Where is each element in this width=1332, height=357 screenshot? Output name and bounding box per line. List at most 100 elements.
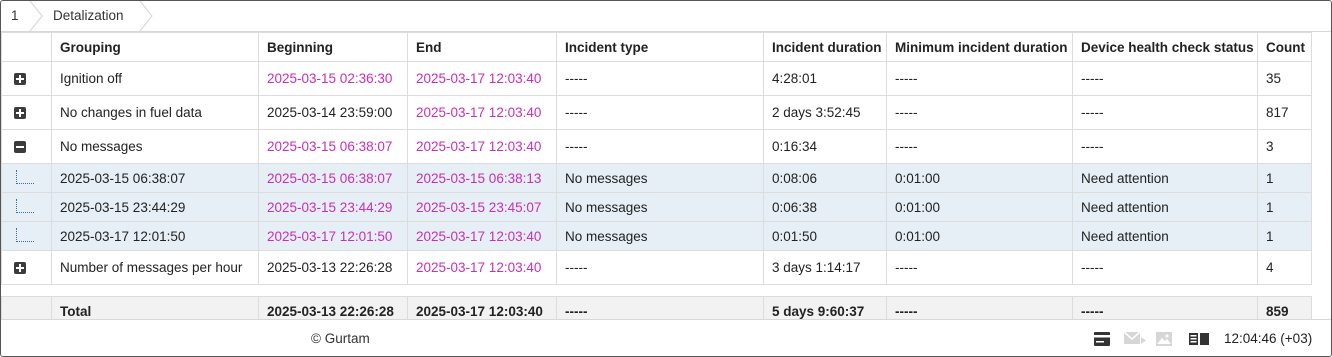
header-toggle-cell (1, 32, 52, 62)
cell-duration: 0:16:34 (763, 129, 887, 164)
chevron-right-icon (29, 1, 43, 31)
report-table: Grouping Beginning End Incident type Inc… (1, 32, 1312, 327)
tree-cell (1, 163, 52, 193)
cell-health: ----- (1072, 61, 1258, 96)
tree-branch-icon (14, 199, 36, 215)
cell-min-duration: ----- (886, 129, 1073, 164)
cell-end-link[interactable]: 2025-03-15 23:45:07 (407, 192, 557, 222)
cell-beginning-link[interactable]: 2025-03-17 12:01:50 (258, 221, 408, 251)
breadcrumb-index[interactable]: 1 (1, 1, 31, 31)
table-subrow: 2025-03-15 23:44:29 2025-03-15 23:44:29 … (1, 192, 1312, 222)
cell-count: 1 (1257, 192, 1312, 222)
table-subrow: 2025-03-17 12:01:50 2025-03-17 12:01:50 … (1, 221, 1312, 251)
expand-toggle[interactable] (1, 250, 52, 285)
row-spacer (1, 284, 1312, 297)
tree-branch-icon (14, 170, 36, 186)
cell-beginning-link[interactable]: 2025-03-15 23:44:29 (258, 192, 408, 222)
mail-icon[interactable] (1123, 331, 1147, 347)
cell-beginning-link[interactable]: 2025-03-15 06:38:07 (258, 163, 408, 193)
column-header-beginning[interactable]: Beginning (258, 32, 408, 62)
cell-end-link[interactable]: 2025-03-17 12:03:40 (407, 95, 557, 130)
expand-toggle[interactable] (1, 61, 52, 96)
cell-incident-type: No messages (556, 221, 764, 251)
cell-health: Need attention (1072, 163, 1258, 193)
cell-grouping: 2025-03-15 23:44:29 (51, 192, 259, 222)
cell-grouping: 2025-03-15 06:38:07 (51, 163, 259, 193)
tree-branch-icon (14, 228, 36, 244)
cell-min-duration: 0:01:00 (886, 163, 1073, 193)
cell-end-link[interactable]: 2025-03-15 06:38:13 (407, 163, 557, 193)
cell-beginning-link[interactable]: 2025-03-15 02:36:30 (258, 61, 408, 96)
cell-count: 1 (1257, 163, 1312, 193)
cell-incident-type: ----- (556, 250, 764, 285)
cell-incident-type: No messages (556, 163, 764, 193)
payment-card-icon[interactable] (1093, 331, 1111, 347)
layout-icon[interactable] (1188, 331, 1210, 347)
column-header-health-status[interactable]: Device health check status (1072, 32, 1258, 62)
cell-min-duration: ----- (886, 250, 1073, 285)
plus-square-icon[interactable] (14, 262, 26, 275)
cell-health: Need attention (1072, 221, 1258, 251)
cell-health: Need attention (1072, 192, 1258, 222)
breadcrumb: 1 Detalization (1, 1, 1331, 32)
cell-count: 3 (1257, 129, 1312, 164)
cell-incident-type: ----- (556, 95, 764, 130)
plus-square-icon[interactable] (14, 107, 26, 120)
cell-min-duration: 0:01:00 (886, 221, 1073, 251)
cell-grouping: Number of messages per hour (51, 250, 259, 285)
collapse-toggle[interactable] (1, 129, 52, 164)
table-header: Grouping Beginning End Incident type Inc… (1, 32, 1312, 62)
column-header-count[interactable]: Count (1257, 32, 1312, 62)
cell-beginning-link[interactable]: 2025-03-15 06:38:07 (258, 129, 408, 164)
minus-square-icon[interactable] (14, 141, 26, 154)
tree-cell (1, 221, 52, 251)
cell-grouping: 2025-03-17 12:01:50 (51, 221, 259, 251)
cell-end-link[interactable]: 2025-03-17 12:03:40 (407, 250, 557, 285)
table-subrow: 2025-03-15 06:38:07 2025-03-15 06:38:07 … (1, 163, 1312, 193)
cell-min-duration: ----- (886, 95, 1073, 130)
cell-beginning: 2025-03-14 23:59:00 (258, 95, 408, 130)
tree-cell (1, 192, 52, 222)
plus-square-icon[interactable] (14, 73, 26, 86)
cell-incident-type: ----- (556, 61, 764, 96)
cell-min-duration: ----- (886, 61, 1073, 96)
breadcrumb-tab-detalization[interactable]: Detalization (43, 1, 143, 31)
table-row: Number of messages per hour 2025-03-13 2… (1, 250, 1312, 285)
report-window: 1 Detalization Grouping Beginning End In… (0, 0, 1332, 357)
copyright: © Gurtam (311, 331, 370, 346)
column-header-grouping[interactable]: Grouping (51, 32, 259, 62)
cell-duration: 2 days 3:52:45 (763, 95, 887, 130)
cell-count: 4 (1257, 250, 1312, 285)
cell-incident-type: No messages (556, 192, 764, 222)
cell-incident-type: ----- (556, 129, 764, 164)
cell-count: 1 (1257, 221, 1312, 251)
cell-end-link[interactable]: 2025-03-17 12:03:40 (407, 221, 557, 251)
cell-duration: 0:06:38 (763, 192, 887, 222)
chevron-right-icon (139, 1, 153, 31)
clock: 12:04:46 (+03) (1224, 331, 1313, 346)
column-header-incident-duration[interactable]: Incident duration (763, 32, 887, 62)
cell-end-link[interactable]: 2025-03-17 12:03:40 (407, 129, 557, 164)
table-row: No messages 2025-03-15 06:38:07 2025-03-… (1, 129, 1312, 164)
cell-duration: 0:01:50 (763, 221, 887, 251)
cell-duration: 0:08:06 (763, 163, 887, 193)
cell-beginning: 2025-03-13 22:26:28 (258, 250, 408, 285)
column-header-incident-type[interactable]: Incident type (556, 32, 764, 62)
cell-end-link[interactable]: 2025-03-17 12:03:40 (407, 61, 557, 96)
cell-health: ----- (1072, 129, 1258, 164)
table-row: No changes in fuel data 2025-03-14 23:59… (1, 95, 1312, 130)
cell-duration: 4:28:01 (763, 61, 887, 96)
table-row: Ignition off 2025-03-15 02:36:30 2025-03… (1, 61, 1312, 96)
image-icon[interactable] (1155, 331, 1173, 347)
cell-health: ----- (1072, 250, 1258, 285)
expand-toggle[interactable] (1, 95, 52, 130)
cell-duration: 3 days 1:14:17 (763, 250, 887, 285)
column-header-end[interactable]: End (407, 32, 557, 62)
column-header-min-incident-duration[interactable]: Minimum incident duration (886, 32, 1073, 62)
footer: © Gurtam 12:04:46 (+03) (1, 319, 1331, 356)
cell-count: 817 (1257, 95, 1312, 130)
cell-count: 35 (1257, 61, 1312, 96)
cell-health: ----- (1072, 95, 1258, 130)
cell-grouping: No messages (51, 129, 259, 164)
cell-grouping: Ignition off (51, 61, 259, 96)
